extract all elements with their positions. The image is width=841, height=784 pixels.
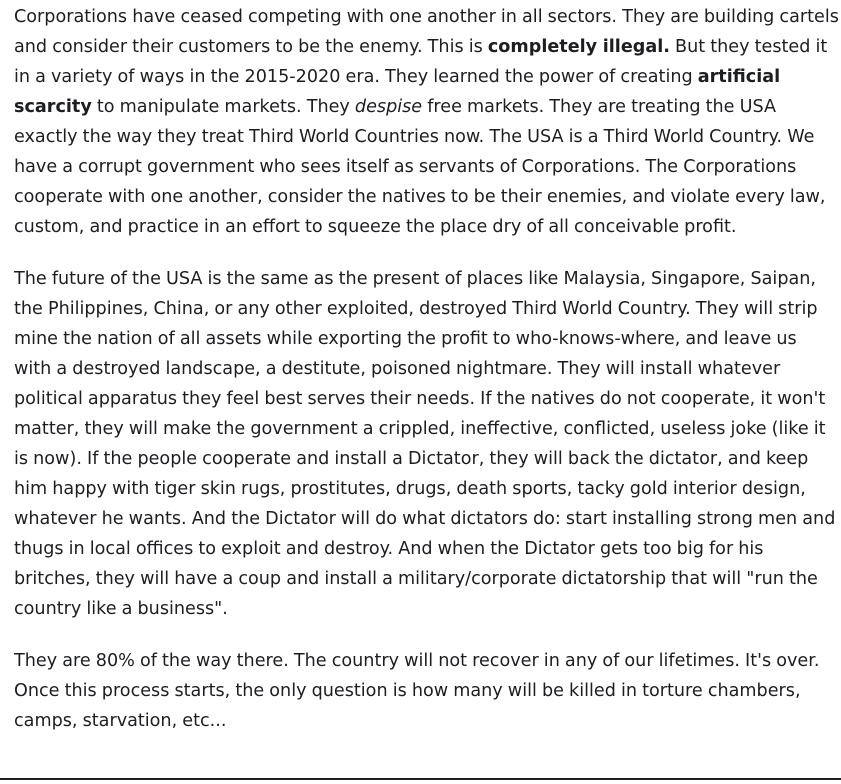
paragraph: Corporations have ceased competing with … — [14, 2, 839, 242]
divider — [0, 778, 841, 780]
bold-text: completely illegal. — [487, 37, 670, 57]
post-body: Corporations have ceased competing with … — [14, 2, 839, 736]
paragraph: They are 80% of the way there. The count… — [14, 646, 839, 736]
italic-text: despise — [354, 97, 423, 117]
text-segment: to manipulate markets. They — [91, 97, 355, 117]
text-segment: They are 80% of the way there. The count… — [14, 651, 820, 731]
paragraph: The future of the USA is the same as the… — [14, 264, 839, 624]
text-segment: free markets. They are treating the USA … — [14, 97, 826, 237]
text-segment: The future of the USA is the same as the… — [14, 269, 836, 619]
